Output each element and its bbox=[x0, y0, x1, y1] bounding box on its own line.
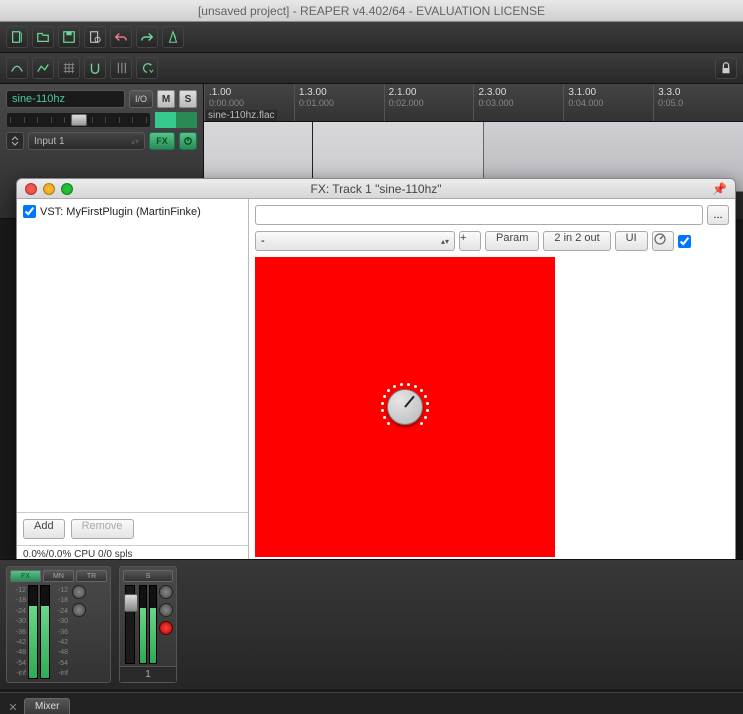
preset-field[interactable] bbox=[255, 205, 703, 225]
open-project-icon[interactable] bbox=[32, 26, 54, 48]
ui-toggle-button[interactable]: UI bbox=[615, 231, 648, 251]
undo-icon[interactable] bbox=[110, 26, 132, 48]
meter-scale: -12-18-24-30-36-42-48-54-inf bbox=[10, 585, 26, 679]
fx-chain-window: FX: Track 1 "sine-110hz" 📌 VST: MyFirstP… bbox=[16, 178, 736, 564]
ruler-bar: 1.3.00 bbox=[299, 87, 380, 98]
dropdown-arrows-icon: ▴▾ bbox=[131, 139, 139, 144]
pin-icon[interactable]: 📌 bbox=[712, 182, 727, 196]
wet-knob-icon[interactable] bbox=[652, 231, 674, 251]
item-group-icon[interactable] bbox=[136, 57, 158, 79]
ripple-icon[interactable] bbox=[110, 57, 132, 79]
ruler-time: 0:05.0 bbox=[658, 98, 739, 108]
fx-list-panel: VST: MyFirstPlugin (MartinFinke) Add Rem… bbox=[17, 199, 249, 563]
fx-plugin-panel: ... - ▴▾ + Param 2 in 2 out UI bbox=[249, 199, 735, 563]
auto-crossfade-icon[interactable] bbox=[6, 57, 28, 79]
mixer-panel: FX MN TR -12-18-24-30-36-42-48-54-inf -1… bbox=[0, 559, 743, 689]
main-titlebar: [unsaved project] - REAPER v4.402/64 - E… bbox=[0, 0, 743, 22]
lock-icon[interactable] bbox=[715, 57, 737, 79]
redo-icon[interactable] bbox=[136, 26, 158, 48]
track-io-button[interactable]: I/O bbox=[129, 90, 153, 108]
fx-list-item[interactable]: VST: MyFirstPlugin (MartinFinke) bbox=[21, 203, 244, 220]
ruler-time: 0:02.000 bbox=[389, 98, 470, 108]
pan-knob[interactable] bbox=[159, 585, 173, 599]
metronome-icon[interactable] bbox=[162, 26, 184, 48]
fx-list[interactable]: VST: MyFirstPlugin (MartinFinke) bbox=[17, 199, 248, 512]
width-knob[interactable] bbox=[159, 603, 173, 617]
track-meter bbox=[155, 112, 197, 128]
strip-number: 1 bbox=[120, 666, 176, 682]
window-close-button[interactable] bbox=[25, 183, 37, 195]
main-toolbar-row1 bbox=[0, 22, 743, 53]
add-preset-button[interactable]: + bbox=[459, 231, 481, 251]
knob-pointer-icon bbox=[404, 396, 415, 408]
volume-fader[interactable] bbox=[125, 585, 135, 664]
preset-browse-button[interactable]: ... bbox=[707, 205, 729, 225]
plugin-knob[interactable] bbox=[387, 389, 423, 425]
master-tr-button[interactable]: TR bbox=[76, 570, 107, 582]
window-minimize-button[interactable] bbox=[43, 183, 55, 195]
grid-icon[interactable] bbox=[58, 57, 80, 79]
ruler-bar: 3.3.0 bbox=[658, 87, 739, 98]
meter-right bbox=[149, 585, 157, 664]
fx-item-label: VST: MyFirstPlugin (MartinFinke) bbox=[40, 206, 201, 218]
mute-button[interactable]: M bbox=[157, 90, 175, 108]
project-settings-icon[interactable] bbox=[84, 26, 106, 48]
track-fx-bypass-button[interactable] bbox=[179, 132, 197, 150]
plugin-editor[interactable] bbox=[255, 257, 555, 557]
timeline-ruler[interactable]: .1.000:00.000 1.3.000:01.000 2.1.000:02.… bbox=[204, 84, 743, 122]
envelope-icon[interactable] bbox=[32, 57, 54, 79]
track-fx-button[interactable]: FX bbox=[149, 132, 175, 150]
mixer-tab[interactable]: Mixer bbox=[24, 698, 70, 714]
track-input-select[interactable]: Input 1 ▴▾ bbox=[28, 132, 145, 150]
master-mixer-strip[interactable]: FX MN TR -12-18-24-30-36-42-48-54-inf -1… bbox=[6, 566, 111, 683]
master-mono-button[interactable]: MN bbox=[43, 570, 74, 582]
dropdown-arrows-icon: ▴▾ bbox=[441, 239, 449, 244]
add-fx-button[interactable]: Add bbox=[23, 519, 65, 539]
meter-right bbox=[40, 585, 50, 679]
track-name-field[interactable]: sine-110hz bbox=[6, 90, 125, 108]
master-fx-button[interactable]: FX bbox=[10, 570, 41, 582]
ruler-time: 0:00.000 bbox=[209, 98, 290, 108]
clip-label: sine-110hz.flac bbox=[206, 110, 277, 121]
snap-icon[interactable] bbox=[84, 57, 106, 79]
ruler-time: 0:03.000 bbox=[478, 98, 559, 108]
strip-solo-button[interactable]: S bbox=[123, 570, 173, 582]
ruler-bar: 2.1.00 bbox=[389, 87, 470, 98]
track-mixer-strip[interactable]: S 1 bbox=[119, 566, 177, 683]
track-input-label: Input 1 bbox=[34, 136, 65, 147]
io-config-button[interactable]: 2 in 2 out bbox=[543, 231, 610, 251]
fx-window-titlebar[interactable]: FX: Track 1 "sine-110hz" 📌 bbox=[17, 179, 735, 199]
meter-scale: -12-18-24-30-36-42-48-54-inf bbox=[52, 585, 68, 679]
fx-enabled-checkbox[interactable] bbox=[23, 205, 36, 218]
param-button[interactable]: Param bbox=[485, 231, 539, 251]
pan-knob[interactable] bbox=[72, 585, 86, 599]
track-expand-button[interactable] bbox=[6, 132, 24, 150]
remove-fx-button[interactable]: Remove bbox=[71, 519, 134, 539]
save-project-icon[interactable] bbox=[58, 26, 80, 48]
compare-value: - bbox=[261, 235, 265, 247]
record-arm-button[interactable] bbox=[159, 621, 173, 635]
bottom-tab-bar: ✕ Mixer bbox=[0, 692, 743, 714]
meter-left bbox=[28, 585, 38, 679]
track-volume-slider[interactable] bbox=[6, 112, 151, 128]
ruler-time: 0:04.000 bbox=[568, 98, 649, 108]
ruler-bar: 2.3.00 bbox=[478, 87, 559, 98]
compare-select[interactable]: - ▴▾ bbox=[255, 231, 455, 251]
ruler-bar: .1.00 bbox=[209, 87, 290, 98]
close-tab-icon[interactable]: ✕ bbox=[6, 700, 20, 714]
ruler-time: 0:01.000 bbox=[299, 98, 380, 108]
fx-active-checkbox[interactable] bbox=[678, 235, 691, 248]
ruler-bar: 3.1.00 bbox=[568, 87, 649, 98]
main-toolbar-row2 bbox=[0, 53, 743, 84]
solo-button[interactable]: S bbox=[179, 90, 197, 108]
meter-left bbox=[139, 585, 147, 664]
width-knob[interactable] bbox=[72, 603, 86, 617]
fx-window-title: FX: Track 1 "sine-110hz" bbox=[17, 182, 735, 196]
new-project-icon[interactable] bbox=[6, 26, 28, 48]
window-zoom-button[interactable] bbox=[61, 183, 73, 195]
main-window-title: [unsaved project] - REAPER v4.402/64 - E… bbox=[0, 4, 743, 18]
